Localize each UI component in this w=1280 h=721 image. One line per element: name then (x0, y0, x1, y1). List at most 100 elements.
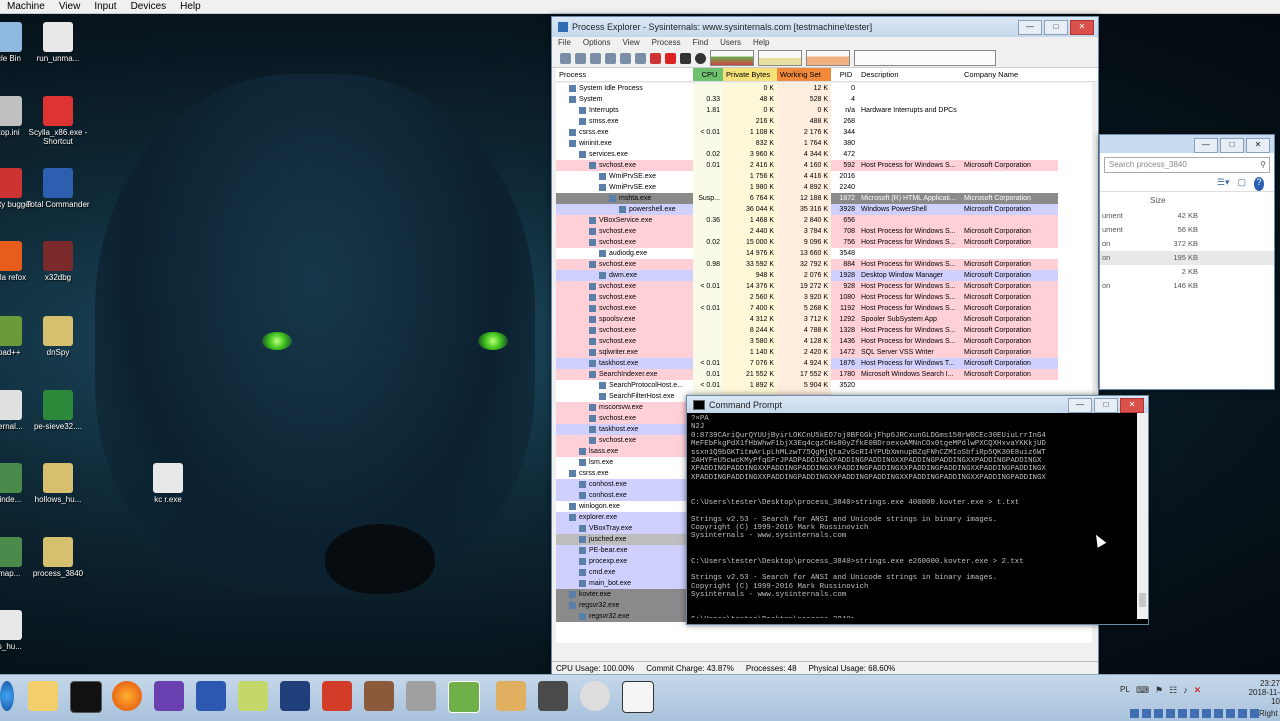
process-row[interactable]: dwm.exe 948 K2 076 K 1928 Desktop Window Ma… (556, 270, 1092, 281)
io-graph[interactable] (854, 50, 996, 66)
properties-icon[interactable] (605, 52, 616, 64)
cmd-maximize-button[interactable]: □ (1094, 398, 1118, 413)
process-row[interactable]: taskhost.exe < 0.01 7 076 K4 924 K 1876 Host… (556, 358, 1092, 369)
process-row[interactable]: SearchIndexer.exe 0.01 21 552 K 17 552 K 178… (556, 369, 1092, 380)
procexp-menu-item[interactable]: Find (687, 37, 715, 49)
taskbar-hex-editor-icon[interactable] (238, 681, 268, 711)
procexp-titlebar[interactable]: Process Explorer - Sysinternals: www.sys… (552, 17, 1098, 37)
taskbar-ida-icon[interactable] (322, 681, 352, 711)
vm-disk-icon[interactable] (1130, 709, 1139, 718)
process-row[interactable]: System 0.33 48 K 528 K 4 (556, 94, 1092, 105)
vm-menu-item[interactable]: View (52, 0, 88, 13)
desktop-icon[interactable]: x32dbg (23, 241, 93, 282)
col-pid[interactable]: PID (831, 68, 858, 81)
col-working-set[interactable]: Working Set (777, 68, 831, 81)
explorer-titlebar[interactable]: — □ ✕ (1100, 135, 1274, 153)
cmd-close-button[interactable]: ✕ (1120, 398, 1144, 413)
process-row[interactable]: svchost.exe < 0.01 14 376 K 19 272 K 928 Host… (556, 281, 1092, 292)
vm-keyboard-icon[interactable] (1250, 709, 1259, 718)
process-row[interactable]: csrss.exe < 0.01 1 108 K2 176 K 344 (556, 127, 1092, 138)
tray-clock[interactable]: 23:27 2018-11-10 (1244, 679, 1280, 706)
commit-graph[interactable] (758, 50, 802, 66)
explorer-file-row[interactable]: 2 KB (1100, 265, 1274, 279)
lower-pane-icon[interactable] (635, 52, 646, 64)
tree-icon[interactable] (620, 52, 631, 64)
explorer-close-button[interactable]: ✕ (1246, 138, 1270, 153)
desktop-icon[interactable]: dnSpy (23, 316, 93, 357)
taskbar-cmd-icon[interactable] (70, 681, 102, 713)
process-row[interactable]: spoolsv.exe 4 312 K3 712 K 1292 Spooler Sub… (556, 314, 1092, 325)
physical-memory-graph[interactable] (806, 50, 850, 66)
preview-pane-icon[interactable]: ▢ (1237, 177, 1246, 191)
tray-language[interactable]: PL (1120, 685, 1130, 694)
process-row[interactable]: svchost.exe 2 560 K3 920 K 1080 Host Proces… (556, 292, 1092, 303)
vm-record-icon[interactable] (1214, 709, 1223, 718)
crosshair-icon[interactable] (695, 52, 706, 64)
col-description[interactable]: Description (858, 68, 961, 81)
view-options-icon[interactable]: ☰▾ (1217, 177, 1230, 191)
process-row[interactable]: wininit.exe 832 K1 764 K 380 (556, 138, 1092, 149)
taskbar-tool2-icon[interactable] (496, 681, 526, 711)
vm-menu-item[interactable]: Devices (124, 0, 174, 13)
process-row[interactable]: SearchProtocolHost.e... < 0.01 1 892 K5 90… (556, 380, 1092, 391)
procexp-menu-item[interactable]: Process (646, 37, 687, 49)
desktop-icon[interactable]: process_3840 (23, 537, 93, 578)
procexp-menu-item[interactable]: View (616, 37, 645, 49)
process-row[interactable]: sqlwriter.exe 1 140 K2 420 K 1472 SQL Serve… (556, 347, 1092, 358)
find-icon[interactable] (680, 52, 691, 64)
explorer-file-row[interactable]: on 146 KB (1100, 279, 1274, 293)
vm-shared-icon[interactable] (1190, 709, 1199, 718)
explorer-file-row[interactable]: on 195 KB (1100, 251, 1274, 265)
explorer-search-input[interactable]: Search process_3840 ⚲ (1104, 157, 1270, 173)
desktop-icon[interactable]: hollows_hu... (23, 463, 93, 504)
desktop-icon[interactable]: run_unma... (23, 22, 93, 63)
process-row[interactable]: Interrupts 1.81 0 K0 Kn/a Hardware Interrup… (556, 105, 1092, 116)
desktop-icon[interactable]: pe-sieve32.... (23, 390, 93, 431)
col-cpu[interactable]: CPU (693, 68, 723, 81)
error-icon[interactable]: ✕ (1194, 685, 1202, 696)
process-row[interactable]: services.exe 0.02 3 960 K4 344 K 472 (556, 149, 1092, 160)
cpu-graph[interactable] (710, 50, 754, 66)
taskbar-process-explorer-icon[interactable] (448, 681, 480, 713)
process-row[interactable]: WmiPrvSE.exe 1 756 K4 416 K 2016 (556, 171, 1092, 182)
save-icon[interactable] (560, 52, 571, 64)
vm-audio-icon[interactable] (1154, 709, 1163, 718)
process-row[interactable]: svchost.exe 2 440 K3 784 K 708 Host Process… (556, 226, 1092, 237)
desktop-icon[interactable]: Scylla_x86.exe - Shortcut (23, 96, 93, 146)
process-row[interactable]: WmiPrvSE.exe 1 980 K4 892 K 2240 (556, 182, 1092, 193)
explorer-minimize-button[interactable]: — (1194, 138, 1218, 153)
process-row[interactable]: svchost.exe 0.98 33 592 K 32 792 K 884 Host P… (556, 259, 1092, 270)
vm-optical-icon[interactable] (1142, 709, 1151, 718)
size-column-header[interactable]: Size (1100, 192, 1274, 205)
vm-mouse-icon[interactable] (1238, 709, 1247, 718)
cmd-titlebar[interactable]: Command Prompt — □ ✕ (687, 396, 1148, 413)
vm-display-icon[interactable] (1202, 709, 1211, 718)
start-button[interactable] (0, 681, 14, 711)
process-row[interactable]: smss.exe 216 K 488 K 268 (556, 116, 1092, 127)
cmd-console-output[interactable]: ?×PA N2J 0:8739CAriQurQYUUjByirLOKCnU5kEO7… (687, 413, 1133, 618)
target-icon[interactable] (650, 52, 661, 64)
vm-menu-item[interactable]: Machine (0, 0, 52, 13)
taskbar-dog-icon[interactable] (580, 681, 610, 711)
vm-menu-item[interactable]: Help (173, 0, 208, 13)
taskbar-file-explorer-icon[interactable] (28, 681, 58, 711)
taskbar-windows-icon[interactable] (622, 681, 654, 713)
process-row[interactable]: svchost.exe 0.01 2 416 K4 160 K 592 Host Pro… (556, 160, 1092, 171)
maximize-button[interactable]: □ (1044, 20, 1068, 35)
cmd-scrollbar-thumb[interactable] (1139, 593, 1146, 607)
kill-process-icon[interactable] (665, 52, 676, 64)
flag-icon[interactable]: ⚑ (1155, 685, 1163, 696)
col-company[interactable]: Company Name (961, 68, 1058, 81)
procexp-menu-item[interactable]: Users (714, 37, 747, 49)
explorer-maximize-button[interactable]: □ (1220, 138, 1244, 153)
taskbar-debugger-icon[interactable] (538, 681, 568, 711)
col-private-bytes[interactable]: Private Bytes (723, 68, 777, 81)
taskbar-save-icon[interactable] (196, 681, 226, 711)
vm-cpu-icon[interactable] (1226, 709, 1235, 718)
close-button[interactable]: ✕ (1070, 20, 1094, 35)
process-row[interactable]: powershell.exe 36 044 K 35 316 K 3928 Window… (556, 204, 1092, 215)
taskbar-tool-icon[interactable] (406, 681, 436, 711)
desktop-icon[interactable]: kc r.exe (133, 463, 203, 504)
procexp-menu-item[interactable]: Help (747, 37, 775, 49)
desktop-icon[interactable]: Total Commander (23, 168, 93, 209)
